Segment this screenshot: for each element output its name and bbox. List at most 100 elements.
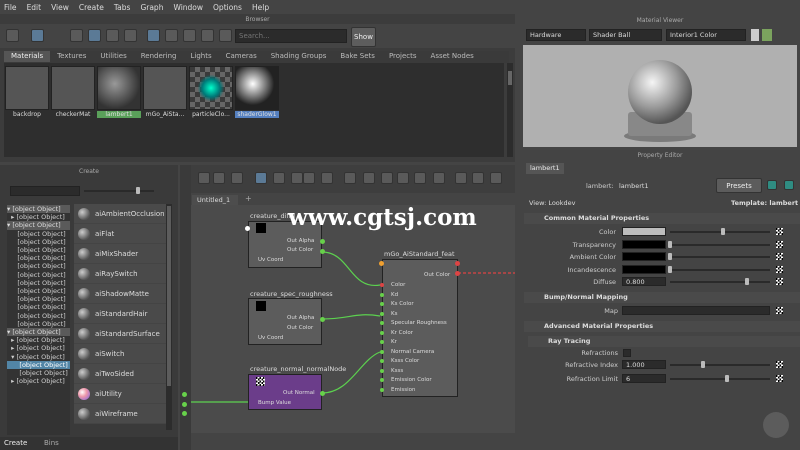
viewer-pause-icon[interactable] [751, 29, 759, 41]
refractive-index-field[interactable]: 1.000 [622, 360, 666, 369]
node-diffuse-uv: Uv Coord [258, 257, 284, 263]
prop-connect-icon[interactable] [776, 240, 783, 248]
refraction-limit-label: Refraction Limit [566, 375, 618, 383]
prop-slider-knob[interactable] [668, 253, 672, 260]
copy-tab-icon[interactable] [767, 180, 777, 190]
node-shader-port-dot[interactable] [380, 321, 384, 325]
template-label: Template: lambert [731, 199, 799, 207]
node-spec-out-color: Out Color [287, 325, 314, 331]
node-spec-out-alpha: Out Alpha [287, 315, 315, 321]
node-shader-port-dot[interactable] [380, 292, 384, 297]
refraction-limit-knob[interactable] [725, 375, 729, 382]
play-icon[interactable] [763, 412, 789, 438]
geometry-dropdown[interactable]: Shader Ball [589, 29, 662, 41]
prop-value-field[interactable]: 0.800 [622, 277, 666, 286]
section-ray-tracing[interactable]: Ray Tracing [528, 336, 800, 347]
node-shader-port-dot[interactable] [380, 302, 384, 306]
node-shader-port-dot[interactable] [380, 283, 384, 287]
node-diffuse-out-color: Out Color [287, 247, 314, 253]
refractive-index-label: Refractive Index [565, 361, 618, 369]
node-shader-port-emission: Emission [391, 386, 416, 393]
node-normal-out: Out Normal [283, 390, 315, 396]
node-shader-port-emission-color: Emission Color [391, 377, 432, 383]
prop-label-diffuse: Diffuse [593, 278, 616, 286]
presets-button[interactable]: Presets [716, 178, 762, 193]
prop-slider-knob[interactable] [668, 240, 672, 248]
prop-label-incandescence: Incandescence [567, 265, 617, 274]
node-diffuse-out-alpha: Out Alpha [287, 238, 315, 244]
node-shader-out-dot[interactable] [455, 271, 460, 276]
prop-label-transparency: Transparency [572, 240, 616, 249]
section-bump-normal[interactable]: Bump/Normal Mapping [524, 292, 800, 303]
node-diffuse-swatch [256, 223, 266, 233]
watermark: www.cgtsj.com [288, 204, 477, 231]
prop-label-ambient-color: Ambient Color [569, 253, 616, 261]
node-shader-port-dot[interactable] [380, 349, 384, 354]
prop-color-swatch[interactable] [622, 239, 666, 249]
prop-color-swatch[interactable] [622, 264, 666, 274]
node-shader-port-ksss-color: Ksss Color [391, 358, 420, 364]
prop-slider[interactable] [670, 256, 770, 258]
prop-color-swatch[interactable] [622, 252, 666, 261]
node-spec-title: creature_spec_roughness [250, 290, 333, 298]
layout-icon[interactable] [784, 180, 794, 190]
refractions-checkbox[interactable] [623, 349, 631, 357]
node-shader-port-dot[interactable] [380, 387, 384, 392]
refractions-label: Refractions [581, 349, 618, 357]
viewer-title: Material Viewer [636, 17, 684, 24]
prop-color-swatch[interactable] [622, 227, 666, 236]
node-shader-port-dot[interactable] [380, 359, 384, 363]
section-common-material[interactable]: Common Material Properties [524, 213, 800, 224]
property-tab[interactable]: lambert1 [526, 163, 564, 174]
node-shader-port-dot[interactable] [380, 378, 384, 382]
node-shader-port-specular-roughness: Specular Roughness [391, 320, 447, 326]
environment-dropdown[interactable]: Interior1 Color [666, 29, 746, 41]
map-label: Map [604, 307, 618, 315]
map-connect-icon[interactable] [776, 307, 783, 314]
prop-connect-icon[interactable] [776, 228, 783, 235]
prop-connect-icon[interactable] [776, 253, 783, 260]
map-field[interactable] [622, 306, 770, 315]
property-name-label: lambert: [586, 182, 614, 190]
node-shader-port-ksss: Ksss [391, 367, 404, 374]
node-diffuse-out-dot[interactable] [320, 249, 325, 254]
node-shader-port-dot[interactable] [380, 368, 384, 373]
shader-ball-preview [624, 60, 696, 142]
node-spec-out-dot[interactable] [320, 317, 325, 322]
node-shader-status-dot [455, 261, 460, 266]
prop-slider[interactable] [670, 243, 770, 246]
property-name-value[interactable]: lambert1 [619, 182, 649, 190]
prop-connect-icon[interactable] [776, 265, 783, 273]
section-advanced-material[interactable]: Advanced Material Properties [524, 321, 800, 332]
node-shader-port-ks: Ks [391, 310, 398, 317]
prop-slider-knob[interactable] [744, 278, 749, 285]
node-shader-port-dot[interactable] [380, 330, 384, 335]
node-shader-port-dot[interactable] [380, 311, 384, 316]
view-lookdev[interactable]: View: Lookdev [529, 199, 576, 207]
node-normal-checker [256, 377, 265, 386]
prop-slider[interactable] [670, 281, 770, 283]
node-shader-port-kr: Kr [391, 339, 397, 345]
renderer-dropdown[interactable]: Hardware [526, 29, 586, 41]
node-shader-port-kr-color: Kr Color [391, 329, 413, 336]
prop-connect-icon[interactable] [776, 278, 783, 285]
node-normal-out-dot[interactable] [320, 391, 325, 396]
node-shader-title: mGo_AiStandard_feat [384, 250, 455, 258]
viewer-settings-icon[interactable] [762, 29, 772, 41]
refraction-limit-slider[interactable] [670, 378, 770, 380]
prop-slider-knob[interactable] [668, 265, 672, 273]
node-shader-port-color: Color [391, 282, 406, 288]
node-shader-port-dot[interactable] [380, 340, 384, 344]
node-shader-in-port[interactable] [379, 261, 384, 266]
refraction-limit-field[interactable]: 6 [622, 374, 666, 383]
property-title: Property Editor [637, 152, 683, 159]
refraction-limit-connect-icon[interactable] [776, 375, 783, 382]
node-diffuse-in-port[interactable] [245, 226, 250, 231]
node-spec-swatch [256, 301, 266, 311]
prop-slider-knob[interactable] [720, 228, 725, 235]
refractive-index-connect-icon[interactable] [776, 361, 783, 368]
prop-slider[interactable] [670, 268, 770, 271]
refractive-index-knob[interactable] [701, 361, 705, 368]
refractive-index-slider[interactable] [670, 364, 770, 366]
node-diffuse-alpha-dot[interactable] [320, 239, 325, 244]
